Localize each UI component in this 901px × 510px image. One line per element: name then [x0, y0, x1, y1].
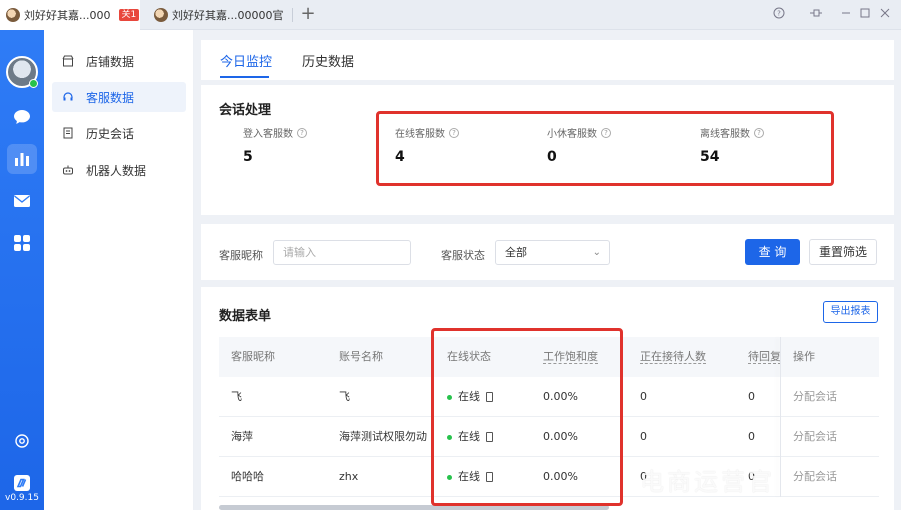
tab-history-data[interactable]: 历史数据: [302, 51, 354, 70]
watermark: 电商运营官: [640, 468, 775, 496]
sub-nav: 店铺数据 客服数据 历史会话 机器人数据: [44, 30, 194, 510]
assign-session-link[interactable]: 分配会话: [793, 417, 837, 457]
export-button[interactable]: 导出报表: [823, 301, 878, 323]
tab-label: 刘好好其嘉...000: [24, 9, 111, 22]
minimize-icon[interactable]: [836, 5, 856, 25]
sidebar-item-store-data[interactable]: 店铺数据: [52, 46, 186, 76]
cell-receiving: 0: [640, 430, 647, 443]
cell-pending: 0: [748, 390, 755, 403]
sidebar-item-label: 机器人数据: [86, 163, 147, 178]
sidebar-item-label: 店铺数据: [86, 54, 135, 69]
history-icon: [62, 127, 74, 139]
highlight-box-status: [431, 328, 623, 506]
tab-label: 刘好好其嘉...00000官: [172, 9, 284, 22]
store-icon: [62, 55, 74, 67]
cell-account: zhx: [339, 470, 359, 483]
fixed-column-divider: [780, 337, 781, 497]
sidebar-item-service-data[interactable]: 客服数据: [52, 82, 186, 112]
table-card: 数据表单 导出报表 客服昵称 账号名称 在线状态 工作饱和度 正在接待人数 待回…: [201, 287, 894, 510]
session-card: 会话处理 登入客服数? 5 在线客服数? 4 小休客服数? 0 离线客服数? 5…: [201, 85, 894, 215]
browser-tab-1[interactable]: 刘好好其嘉...000 关1: [0, 0, 140, 30]
nickname-label: 客服昵称: [219, 249, 263, 262]
nickname-input[interactable]: 请输入: [273, 240, 411, 265]
svg-text:?: ?: [777, 10, 781, 18]
chat-icon[interactable]: [7, 102, 37, 132]
sidebar-item-label: 客服数据: [86, 90, 135, 105]
sidebar-item-history-session[interactable]: 历史会话: [52, 118, 186, 148]
online-dot: [29, 79, 38, 88]
headset-icon: [62, 91, 74, 103]
cell-pending: 0: [748, 430, 755, 443]
chevron-down-icon: ⌄: [592, 247, 601, 258]
left-nav: v0.9.15: [0, 30, 44, 510]
cell-account: 飞: [339, 390, 350, 403]
cell-account: 海萍测试权限勿动: [339, 430, 427, 443]
sidebar-item-robot-data[interactable]: 机器人数据: [52, 155, 186, 185]
status-select[interactable]: 全部 ⌄: [495, 240, 610, 265]
highlight-box-stats: [376, 111, 834, 186]
assign-session-link[interactable]: 分配会话: [793, 457, 837, 497]
col-nickname: 客服昵称: [231, 350, 275, 363]
add-tab-button[interactable]: +: [298, 4, 318, 24]
reset-filter-button[interactable]: 重置筛选: [809, 239, 877, 265]
stat-label-logged-in: 登入客服数?: [243, 125, 307, 140]
avatar[interactable]: [6, 56, 38, 88]
status-label: 客服状态: [441, 249, 485, 262]
close-icon[interactable]: [875, 5, 895, 25]
session-title: 会话处理: [219, 103, 272, 118]
help-icon[interactable]: ?: [769, 5, 789, 25]
stat-value-logged-in: 5: [243, 149, 253, 165]
assign-session-link[interactable]: 分配会话: [793, 377, 837, 417]
cell-receiving: 0: [640, 390, 647, 403]
status-select-value: 全部: [505, 246, 527, 259]
col-account: 账号名称: [339, 350, 383, 363]
maximize-icon[interactable]: [855, 5, 875, 25]
settings-icon[interactable]: [7, 426, 37, 456]
filter-card: 客服昵称 请输入 客服状态 全部 ⌄ 查 询 重置筛选: [201, 224, 894, 280]
col-pending: 待回复: [748, 350, 781, 364]
cell-nickname: 海萍: [231, 430, 253, 443]
version-label: v0.9.15: [5, 493, 39, 503]
apps-icon[interactable]: [7, 228, 37, 258]
mail-icon[interactable]: [7, 186, 37, 216]
sidebar-item-label: 历史会话: [86, 126, 135, 141]
robot-icon: [62, 164, 74, 176]
title-bar: 刘好好其嘉...000 关1 刘好好其嘉...00000官 + ?: [0, 0, 901, 30]
tab-today-monitor[interactable]: 今日监控: [220, 51, 272, 70]
browser-tab-2[interactable]: 刘好好其嘉...00000官: [148, 0, 288, 30]
tab-avatar-icon: [6, 8, 20, 22]
cell-nickname: 哈哈哈: [231, 470, 264, 483]
tab-avatar-icon: [154, 8, 168, 22]
col-action: 操作: [793, 350, 815, 363]
content-tabs: 今日监控 历史数据: [201, 40, 894, 80]
help-icon: ?: [297, 127, 307, 138]
pin-icon[interactable]: [806, 5, 826, 25]
col-receiving: 正在接待人数: [640, 350, 706, 364]
chart-icon[interactable]: [7, 144, 37, 174]
query-button[interactable]: 查 询: [745, 239, 800, 265]
cell-nickname: 飞: [231, 390, 242, 403]
tab-badge: 关1: [118, 9, 140, 21]
active-tab-underline: [220, 76, 269, 78]
table-title: 数据表单: [219, 309, 272, 324]
tab-divider: [292, 8, 293, 22]
